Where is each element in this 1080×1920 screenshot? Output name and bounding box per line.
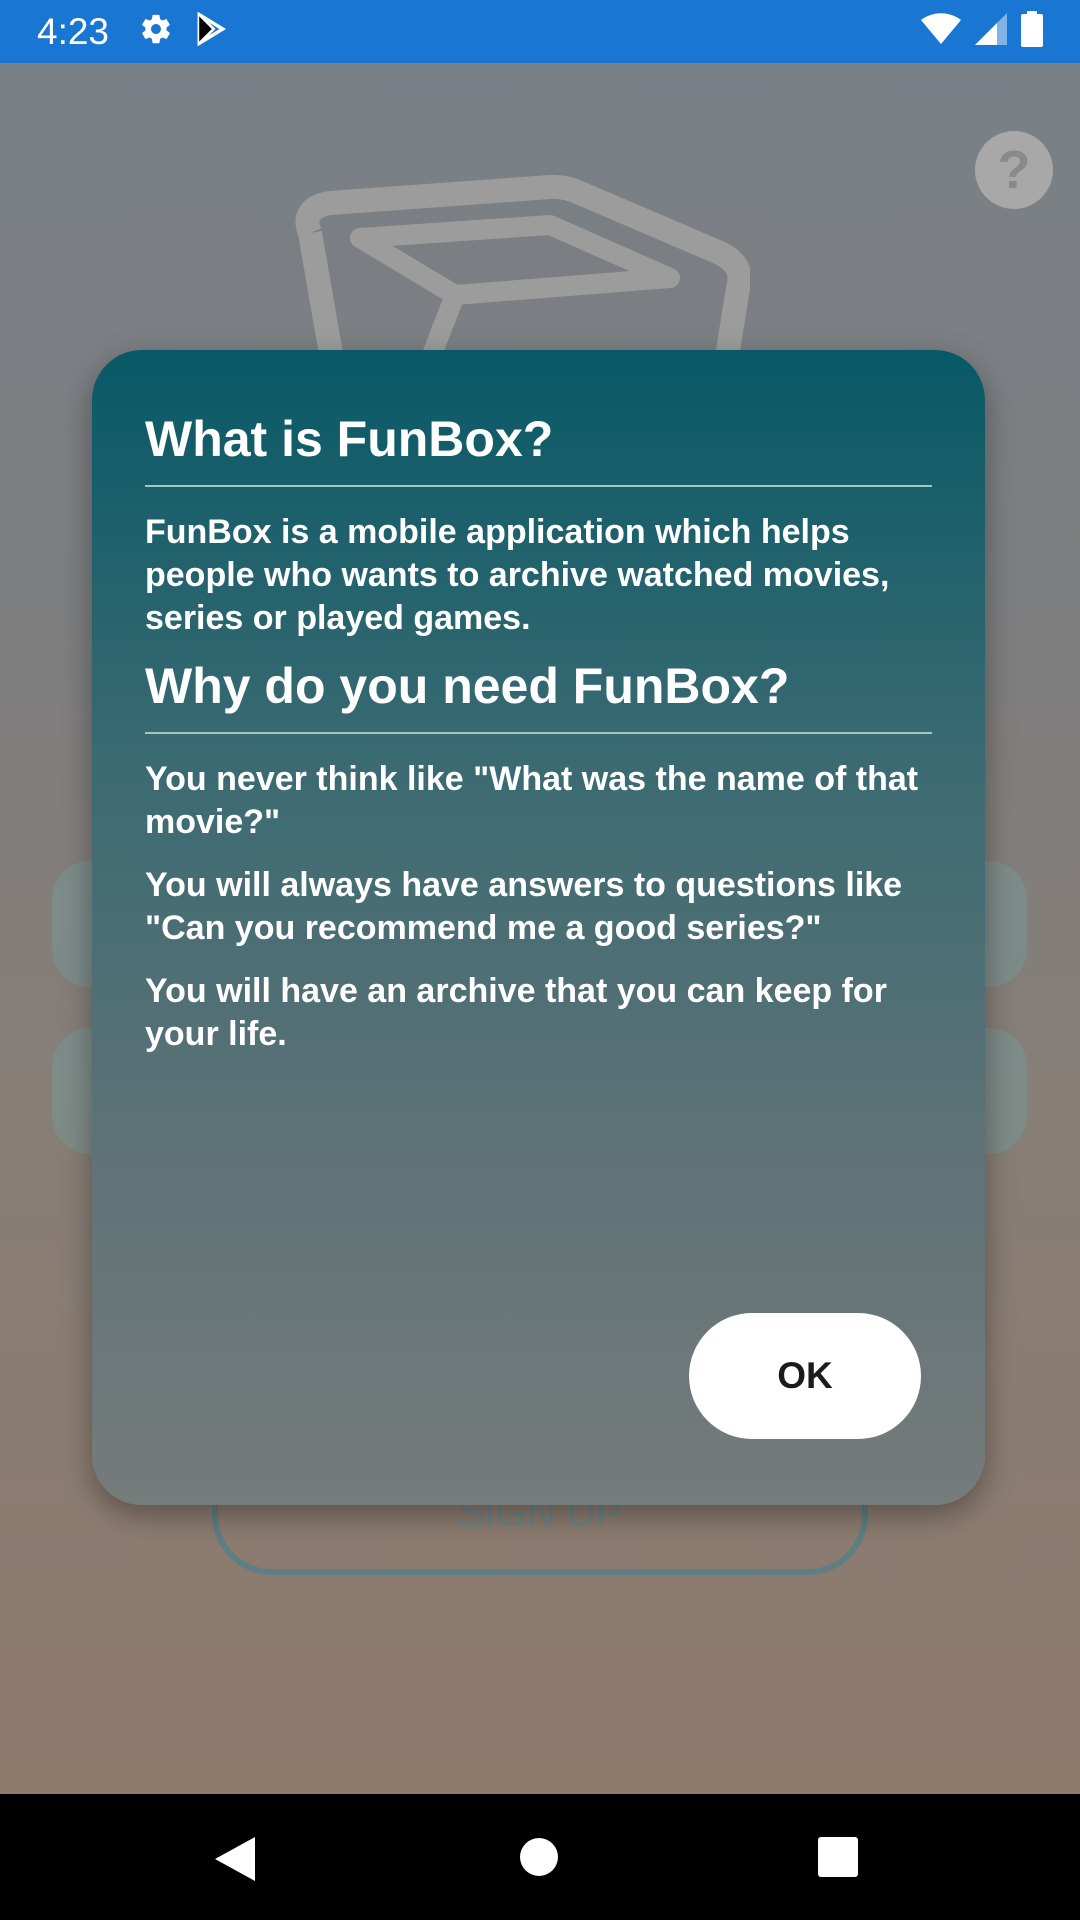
settings-icon (139, 12, 173, 51)
recents-icon[interactable] (818, 1837, 858, 1882)
dialog-paragraph-reason-1: You never think like "What was the name … (145, 760, 919, 842)
home-icon[interactable] (519, 1837, 559, 1882)
about-dialog: What is FunBox? FunBox is a mobile appli… (92, 350, 985, 1505)
status-time: 4:23 (37, 10, 110, 52)
dialog-paragraph-reason-3: You will have an archive that you can ke… (145, 971, 887, 1053)
navigation-bar (0, 1794, 1080, 1920)
battery-icon (1021, 11, 1043, 52)
dialog-paragraph-reason-2: You will always have answers to question… (145, 866, 903, 947)
status-bar: 4:23 (0, 0, 1080, 63)
dialog-paragraph-description: FunBox is a mobile application which hel… (145, 513, 890, 637)
ok-button[interactable]: OK (689, 1313, 921, 1439)
play-store-icon (195, 11, 227, 51)
signal-icon (975, 13, 1007, 50)
wifi-icon (921, 13, 961, 50)
back-icon[interactable] (215, 1837, 257, 1886)
dialog-heading-why: Why do you need FunBox? (145, 659, 932, 735)
help-button[interactable]: ? (975, 131, 1053, 209)
dialog-heading-what: What is FunBox? (145, 412, 932, 487)
